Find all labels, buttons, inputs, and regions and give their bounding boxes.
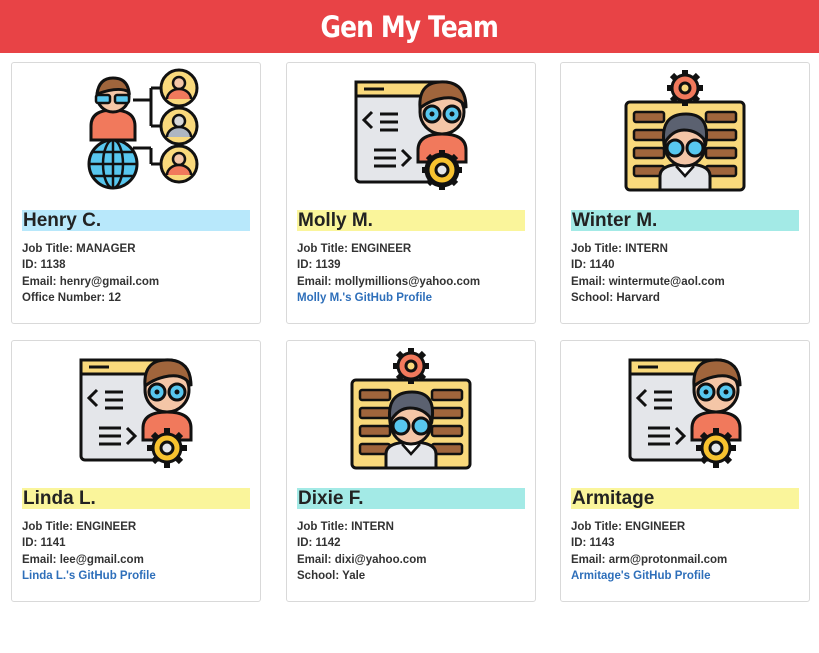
intern-student-icon: [350, 348, 472, 470]
job-title-row: Job Title: ENGINEER: [571, 521, 686, 533]
job-title-row: Job Title: INTERN: [297, 521, 394, 533]
school-row: School: Yale: [297, 569, 366, 582]
employee-card: Winter M. Job Title: INTERN ID: 1140 Ema…: [560, 62, 810, 324]
email-row: Email: lee@gmail.com: [22, 553, 144, 566]
email-row: Email: dixi@yahoo.com: [297, 553, 427, 566]
engineer-coder-icon: [354, 80, 468, 190]
engineer-coder-icon: [79, 358, 193, 468]
github-profile-link[interactable]: Molly M.'s GitHub Profile: [297, 292, 432, 304]
job-title-row: Job Title: INTERN: [571, 243, 668, 255]
id-row: ID: 1139: [297, 259, 341, 272]
email-row: Email: henry@gmail.com: [22, 275, 160, 288]
email-row: Email: arm@protonmail.com: [571, 553, 728, 566]
github-profile-link[interactable]: Armitage's GitHub Profile: [571, 570, 710, 582]
employee-name: Armitage: [571, 488, 799, 509]
email-row: Email: wintermute@aol.com: [571, 275, 725, 288]
school-row: School: Harvard: [571, 291, 660, 304]
id-row: ID: 1138: [22, 259, 66, 272]
employee-name: Dixie F.: [297, 488, 525, 509]
employee-card: Linda L. Job Title: ENGINEER ID: 1141 Em…: [11, 340, 261, 602]
employee-card: Armitage Job Title: ENGINEER ID: 1143 Em…: [560, 340, 810, 602]
job-title-row: Job Title: MANAGER: [22, 243, 136, 255]
employee-name: Winter M.: [571, 210, 799, 231]
team-grid: Henry C. Job Title: MANAGER ID: 1138 Ema…: [0, 0, 819, 653]
manager-network-icon: [87, 68, 199, 190]
id-row: ID: 1140: [571, 259, 615, 272]
employee-name: Henry C.: [22, 210, 250, 231]
email-row: Email: mollymillions@yahoo.com: [297, 275, 481, 288]
engineer-coder-icon: [628, 358, 742, 468]
employee-card: Henry C. Job Title: MANAGER ID: 1138 Ema…: [11, 62, 261, 324]
employee-name: Molly M.: [297, 210, 525, 231]
employee-card: Molly M. Job Title: ENGINEER ID: 1139 Em…: [286, 62, 536, 324]
id-row: ID: 1141: [22, 537, 66, 550]
id-row: ID: 1143: [571, 537, 615, 550]
office-number-row: Office Number: 12: [22, 291, 122, 304]
job-title-row: Job Title: ENGINEER: [22, 521, 137, 533]
job-title-row: Job Title: ENGINEER: [297, 243, 412, 255]
intern-student-icon: [624, 70, 746, 192]
employee-name: Linda L.: [22, 488, 250, 509]
employee-card: Dixie F. Job Title: INTERN ID: 1142 Emai…: [286, 340, 536, 602]
github-profile-link[interactable]: Linda L.'s GitHub Profile: [22, 570, 156, 582]
id-row: ID: 1142: [297, 537, 341, 550]
